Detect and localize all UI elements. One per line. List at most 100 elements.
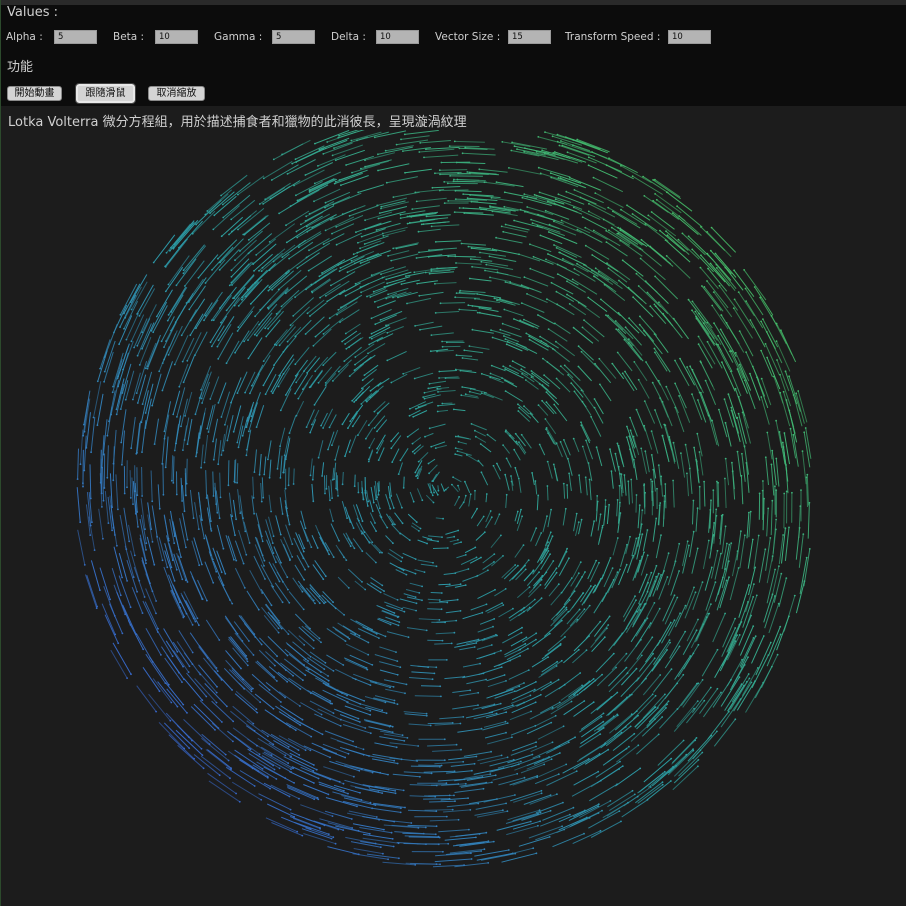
vector-origin-dot	[609, 448, 611, 451]
vector-arrow	[540, 679, 559, 692]
vector-arrow	[507, 627, 523, 637]
vector-origin-dot	[96, 424, 99, 427]
vector-origin-dot	[257, 608, 260, 611]
vector-arrow	[167, 294, 184, 321]
vector-origin-dot	[736, 450, 739, 453]
vector-origin-dot	[367, 641, 370, 644]
vector-origin-dot	[490, 197, 493, 199]
vector-arrow	[687, 735, 712, 762]
vector-arrow	[638, 574, 648, 594]
vector-origin-dot	[616, 713, 619, 716]
vector-arrow	[199, 412, 206, 439]
vector-arrow	[136, 685, 157, 712]
vector-arrow	[578, 475, 582, 494]
vector-arrow	[243, 521, 251, 544]
vector-field-canvas[interactable]	[1, 130, 905, 906]
vector-origin-dot	[619, 227, 622, 230]
vector-arrow	[237, 306, 255, 328]
vector-arrow	[279, 427, 286, 447]
vector-origin-dot	[643, 424, 646, 427]
vector-origin-dot	[362, 748, 365, 751]
vector-origin-dot	[319, 296, 321, 299]
vector-arrow	[398, 462, 403, 475]
vector-arrow	[553, 244, 582, 258]
vector-origin-dot	[656, 707, 659, 709]
vector-arrow	[419, 325, 443, 331]
vector-origin-dot	[721, 361, 723, 364]
vector-origin-dot	[653, 602, 656, 604]
vector-arrow	[547, 636, 566, 652]
vector-origin-dot	[182, 381, 185, 384]
vector-origin-dot	[267, 327, 269, 330]
beta-input[interactable]	[155, 30, 198, 44]
vector-origin-dot	[347, 636, 349, 639]
vector-origin-dot	[402, 789, 405, 792]
vector-origin-dot	[126, 677, 128, 679]
vector-arrow	[171, 455, 174, 481]
vector-origin-dot	[538, 571, 540, 573]
vector-size-input[interactable]	[508, 30, 551, 44]
vector-origin-dot	[724, 421, 727, 424]
delta-input[interactable]	[376, 30, 419, 44]
vector-origin-dot	[344, 455, 346, 458]
vector-arrow	[267, 611, 283, 629]
vector-arrow	[183, 244, 205, 271]
vector-origin-dot	[577, 521, 580, 523]
vector-origin-dot	[183, 510, 186, 513]
vector-origin-dot	[423, 156, 425, 159]
vector-origin-dot	[779, 373, 781, 376]
vector-origin-dot	[406, 302, 408, 305]
gamma-input[interactable]	[272, 30, 315, 44]
vector-arrow	[475, 802, 507, 810]
vector-origin-dot	[374, 323, 377, 326]
vector-origin-dot	[117, 642, 120, 645]
follow-mouse-button[interactable]: 跟隨滑鼠	[75, 83, 136, 104]
vector-arrow	[438, 829, 469, 833]
vector-origin-dot	[584, 244, 587, 247]
vector-arrow	[585, 621, 601, 639]
vector-origin-dot	[255, 254, 258, 256]
vector-arrow	[636, 734, 660, 755]
vector-arrow	[263, 456, 267, 475]
vector-origin-dot	[404, 692, 406, 695]
vector-origin-dot	[194, 354, 196, 357]
vector-arrow	[659, 397, 669, 418]
vector-arrow	[689, 531, 695, 558]
vector-origin-dot	[704, 379, 707, 382]
vector-origin-dot	[373, 136, 376, 139]
vector-origin-dot	[470, 200, 473, 203]
vector-origin-dot	[533, 193, 536, 196]
vector-arrow	[440, 302, 466, 304]
vector-origin-dot	[657, 572, 660, 575]
vector-arrow	[199, 373, 209, 399]
transform-speed-input[interactable]	[668, 30, 711, 44]
vector-origin-dot	[215, 570, 218, 573]
start-animation-button[interactable]: 開始動畫	[7, 86, 62, 101]
vector-origin-dot	[260, 798, 263, 801]
alpha-input[interactable]	[54, 30, 97, 44]
vector-arrow	[324, 196, 351, 209]
vector-origin-dot	[351, 399, 354, 402]
vector-origin-dot	[371, 807, 373, 810]
vector-arrow	[407, 513, 418, 523]
vector-origin-dot	[762, 480, 764, 482]
vector-origin-dot	[103, 370, 106, 373]
vector-origin-dot	[314, 335, 317, 338]
vector-origin-dot	[468, 390, 471, 393]
cancel-zoom-button[interactable]: 取消縮放	[148, 86, 205, 101]
vector-arrow	[426, 214, 451, 217]
vector-arrow	[678, 395, 691, 423]
vector-origin-dot	[631, 789, 634, 792]
vector-arrow	[573, 438, 580, 453]
vector-origin-dot	[749, 372, 751, 375]
vector-arrow	[136, 284, 154, 315]
vector-origin-dot	[296, 267, 299, 269]
vector-arrow	[104, 340, 116, 372]
vector-arrow	[578, 742, 606, 761]
vector-origin-dot	[112, 479, 115, 482]
vector-origin-dot	[430, 334, 433, 336]
vector-arrow	[332, 467, 335, 480]
vector-origin-dot	[155, 600, 158, 602]
vector-origin-dot	[309, 655, 312, 658]
vector-origin-dot	[517, 564, 519, 567]
